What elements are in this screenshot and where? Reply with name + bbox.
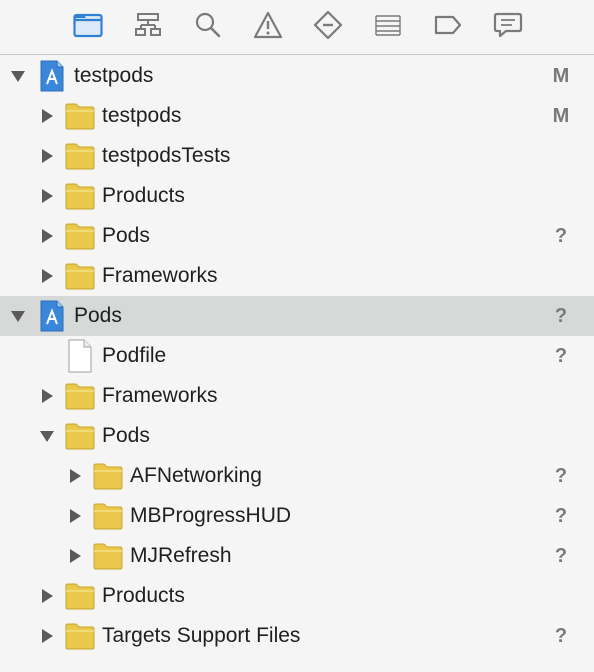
- tree-row-label: testpods: [102, 104, 182, 127]
- tree-row-group-pods-expanded[interactable]: Pods: [0, 416, 594, 456]
- status-badge: ?: [554, 505, 568, 527]
- tree-row-label: MBProgressHUD: [130, 504, 292, 527]
- disclosure-closed-icon[interactable]: [39, 588, 55, 604]
- xcodeproj-icon: [40, 60, 64, 92]
- tree-row-group-testpodsTests[interactable]: testpodsTests: [0, 136, 594, 176]
- debug-navigator-icon[interactable]: [371, 8, 405, 42]
- tree-row-label: Targets Support Files: [102, 624, 301, 647]
- disclosure-closed-icon[interactable]: [39, 108, 55, 124]
- symbol-navigator-icon[interactable]: [131, 8, 165, 42]
- folder-icon: [65, 143, 95, 170]
- navigator-toolbar: [0, 0, 594, 55]
- tree-row-label: Products: [102, 584, 185, 607]
- tree-row-label: Frameworks: [102, 384, 218, 407]
- tree-row-label: Products: [102, 184, 185, 207]
- folder-icon: [93, 503, 123, 530]
- tree-row-label: Pods: [74, 304, 122, 327]
- folder-icon: [65, 103, 95, 130]
- disclosure-open-icon[interactable]: [10, 308, 26, 324]
- status-badge: M: [552, 105, 570, 127]
- disclosure-closed-icon[interactable]: [39, 148, 55, 164]
- xcodeproj-icon: [40, 300, 64, 332]
- disclosure-closed-icon[interactable]: [39, 268, 55, 284]
- disclosure-open-icon[interactable]: [10, 68, 26, 84]
- tree-row-label: Frameworks: [102, 264, 218, 287]
- tree-row-file-podfile[interactable]: Podfile ?: [0, 336, 594, 376]
- disclosure-closed-icon[interactable]: [67, 508, 83, 524]
- tree-row-label: testpodsTests: [102, 144, 231, 167]
- tree-row-group-products[interactable]: Products: [0, 576, 594, 616]
- folder-icon: [65, 183, 95, 210]
- tree-row-group-products[interactable]: Products: [0, 176, 594, 216]
- tree-row-group-targets-support-files[interactable]: Targets Support Files ?: [0, 616, 594, 656]
- disclosure-closed-icon[interactable]: [39, 388, 55, 404]
- folder-icon: [65, 223, 95, 250]
- report-navigator-icon[interactable]: [491, 8, 525, 42]
- tree-row-label: MJRefresh: [130, 544, 232, 567]
- tree-row-group-frameworks[interactable]: Frameworks: [0, 376, 594, 416]
- folder-icon: [65, 423, 95, 450]
- status-badge: ?: [554, 225, 568, 247]
- tree-row-label: testpods: [74, 64, 154, 87]
- disclosure-closed-icon[interactable]: [67, 548, 83, 564]
- status-badge: ?: [554, 305, 568, 327]
- tree-row-group-testpods[interactable]: testpods M: [0, 96, 594, 136]
- tree-row-label: Pods: [102, 424, 150, 447]
- tree-row-project-testpods[interactable]: testpods M: [0, 56, 594, 96]
- tree-row-label: Pods: [102, 224, 150, 247]
- disclosure-closed-icon[interactable]: [39, 628, 55, 644]
- folder-icon: [65, 623, 95, 650]
- file-icon: [68, 339, 92, 373]
- project-navigator-icon[interactable]: [71, 8, 105, 42]
- folder-icon: [65, 263, 95, 290]
- disclosure-closed-icon[interactable]: [39, 188, 55, 204]
- test-navigator-icon[interactable]: [311, 8, 345, 42]
- issue-navigator-icon[interactable]: [251, 8, 285, 42]
- folder-icon: [65, 583, 95, 610]
- tree-row-group-pods[interactable]: Pods ?: [0, 216, 594, 256]
- status-badge: ?: [554, 345, 568, 367]
- tree-row-group-afnetworking[interactable]: AFNetworking ?: [0, 456, 594, 496]
- folder-icon: [93, 543, 123, 570]
- disclosure-closed-icon[interactable]: [39, 228, 55, 244]
- find-navigator-icon[interactable]: [191, 8, 225, 42]
- folder-icon: [65, 383, 95, 410]
- tree-row-project-pods[interactable]: Pods ?: [0, 296, 594, 336]
- tree-row-group-mjrefresh[interactable]: MJRefresh ?: [0, 536, 594, 576]
- folder-icon: [93, 463, 123, 490]
- tree-row-label: Podfile: [102, 344, 167, 367]
- status-badge: M: [552, 65, 570, 87]
- status-badge: ?: [554, 625, 568, 647]
- status-badge: ?: [554, 545, 568, 567]
- breakpoint-navigator-icon[interactable]: [431, 8, 465, 42]
- tree-row-group-mbprogresshud[interactable]: MBProgressHUD ?: [0, 496, 594, 536]
- disclosure-open-icon[interactable]: [39, 428, 55, 444]
- tree-row-group-frameworks[interactable]: Frameworks: [0, 256, 594, 296]
- status-badge: ?: [554, 465, 568, 487]
- tree-row-label: AFNetworking: [130, 464, 262, 487]
- disclosure-closed-icon[interactable]: [67, 468, 83, 484]
